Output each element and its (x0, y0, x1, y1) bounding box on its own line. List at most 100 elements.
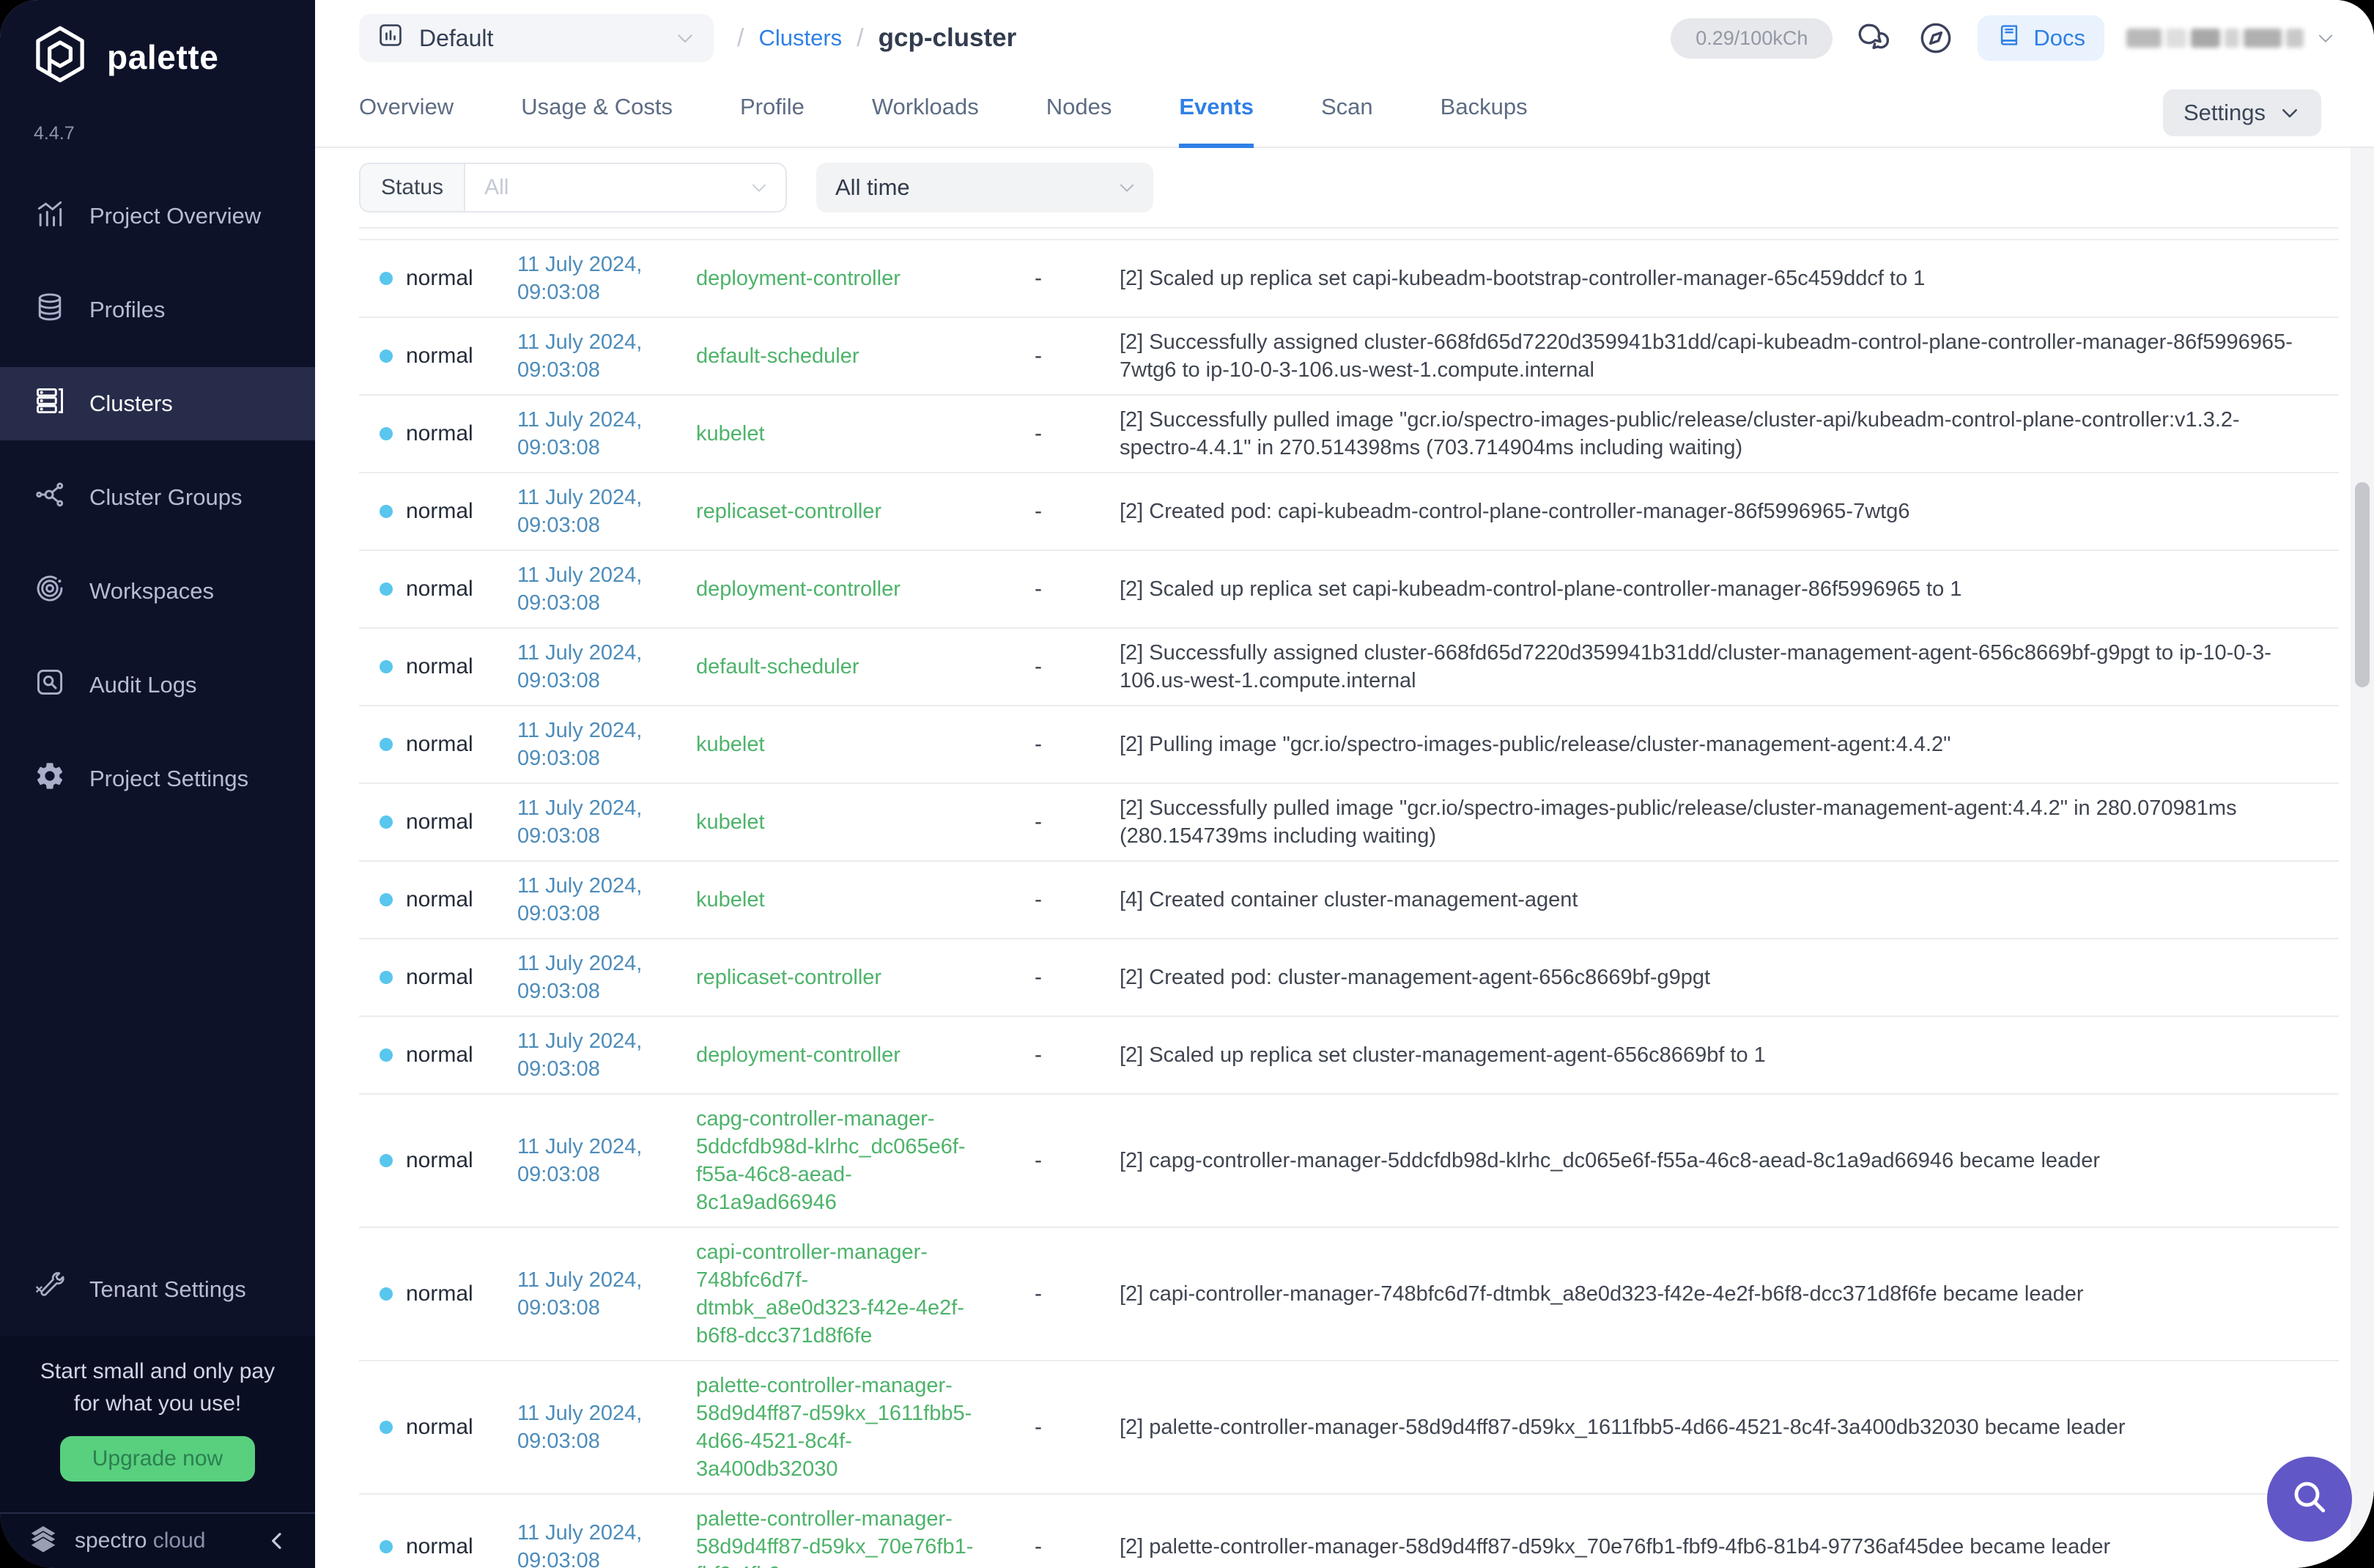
event-status-cell: normal (359, 965, 517, 990)
time-range-filter[interactable]: All time (816, 163, 1153, 212)
tab-overview[interactable]: Overview (359, 94, 454, 148)
event-source-link[interactable]: default-scheduler (696, 653, 996, 681)
app-version: 4.4.7 (34, 123, 315, 144)
table-row[interactable]: normal 11 July 2024, 09:03:08 kubelet - … (359, 862, 2339, 939)
table-row[interactable]: normal 11 July 2024, 09:03:08 default-sc… (359, 318, 2339, 396)
cluster-tabs: Overview Usage & Costs Profile Workloads… (315, 76, 2374, 148)
project-selector[interactable]: Default (359, 14, 714, 62)
status-dot-icon (380, 583, 393, 596)
event-involved-object: - (996, 965, 1120, 990)
event-date: 11 July 2024, 09:03:08 (517, 1519, 696, 1568)
event-source-link[interactable]: default-scheduler (696, 342, 996, 370)
event-source-link[interactable]: deployment-controller (696, 575, 996, 603)
event-message: [2] Pulling image "gcr.io/spectro-images… (1120, 731, 2339, 758)
event-involved-object: - (996, 1282, 1120, 1306)
table-row[interactable]: normal 11 July 2024, 09:03:08 replicaset… (359, 473, 2339, 551)
sidebar-footer: spectro cloud (0, 1512, 315, 1568)
table-row[interactable]: normal 11 July 2024, 09:03:08 capg-contr… (359, 1095, 2339, 1228)
event-source-link[interactable]: deployment-controller (696, 1041, 996, 1069)
table-row[interactable]: normal 11 July 2024, 09:03:08 deployment… (359, 240, 2339, 318)
event-message: [2] palette-controller-manager-58d9d4ff8… (1120, 1533, 2339, 1561)
event-source-link[interactable]: capi-controller-manager-748bfc6d7f-dtmbk… (696, 1238, 996, 1350)
event-source-link[interactable]: capg-controller-manager-5ddcfdb98d-klrhc… (696, 1105, 996, 1216)
sidebar-item-label: Tenant Settings (89, 1276, 246, 1303)
event-source-link[interactable]: palette-controller-manager-58d9d4ff87-d5… (696, 1505, 996, 1568)
collapse-sidebar-icon[interactable] (265, 1529, 289, 1553)
events-content: Status All All time normal (315, 148, 2374, 1568)
sidebar-item-cluster-groups[interactable]: Cluster Groups (0, 461, 315, 534)
sidebar-item-project-settings[interactable]: Project Settings (0, 742, 315, 816)
event-message: [2] capi-controller-manager-748bfc6d7f-d… (1120, 1280, 2339, 1308)
event-status-cell: normal (359, 1282, 517, 1306)
status-dot-icon (380, 971, 393, 984)
docs-button[interactable]: Docs (1978, 15, 2104, 61)
event-source-link[interactable]: kubelet (696, 731, 996, 758)
sidebar-item-workspaces[interactable]: Workspaces (0, 555, 315, 628)
sidebar-nav: Project Overview Profiles (0, 180, 315, 816)
table-row[interactable]: normal 11 July 2024, 09:03:08 deployment… (359, 1017, 2339, 1095)
event-date: 11 July 2024, 09:03:08 (517, 1027, 696, 1083)
event-involved-object: - (996, 732, 1120, 757)
table-row[interactable]: normal 11 July 2024, 09:03:08 kubelet - … (359, 396, 2339, 473)
table-row[interactable]: normal 11 July 2024, 09:03:08 palette-co… (359, 1495, 2339, 1568)
tab-scan[interactable]: Scan (1321, 94, 1373, 148)
sidebar-item-tenant-settings[interactable]: Tenant Settings (0, 1253, 315, 1326)
upgrade-now-button[interactable]: Upgrade now (60, 1436, 255, 1482)
table-row[interactable]: normal 11 July 2024, 09:03:08 palette-co… (359, 1361, 2339, 1495)
chevron-down-icon (749, 164, 785, 211)
event-source-link[interactable]: replicaset-controller (696, 964, 996, 991)
sidebar-item-clusters[interactable]: Clusters (0, 367, 315, 440)
tab-workloads[interactable]: Workloads (872, 94, 979, 148)
sidebar-item-project-overview[interactable]: Project Overview (0, 180, 315, 253)
settings-button[interactable]: Settings (2163, 89, 2321, 136)
event-status-cell: normal (359, 344, 517, 369)
table-row[interactable]: normal 11 July 2024, 09:03:08 replicaset… (359, 939, 2339, 1017)
table-row[interactable]: normal 11 July 2024, 09:03:08 capi-contr… (359, 1228, 2339, 1361)
breadcrumb-clusters-link[interactable]: Clusters (758, 25, 842, 51)
app-window: palette 4.4.7 Project Overview (0, 0, 2374, 1568)
tab-usage-costs[interactable]: Usage & Costs (521, 94, 673, 148)
user-name-redacted (2126, 29, 2304, 48)
user-menu[interactable] (2126, 28, 2336, 48)
upgrade-promo-panel: Start small and only pay for what you us… (0, 1336, 315, 1512)
event-source-link[interactable]: replicaset-controller (696, 498, 996, 525)
event-involved-object: - (996, 810, 1120, 835)
sidebar-item-audit-logs[interactable]: Audit Logs (0, 648, 315, 722)
table-row[interactable]: normal 11 July 2024, 09:03:08 kubelet - … (359, 706, 2339, 784)
search-fab-button[interactable] (2267, 1457, 2352, 1542)
event-status: normal (406, 810, 473, 835)
event-source-link[interactable]: palette-controller-manager-58d9d4ff87-d5… (696, 1372, 996, 1483)
top-bar: Default / Clusters / gcp-cluster 0.29/10… (315, 0, 2374, 76)
event-message: [2] palette-controller-manager-58d9d4ff8… (1120, 1413, 2339, 1441)
brand-name: palette (107, 37, 218, 77)
chevron-down-icon (2315, 28, 2336, 48)
event-source-link[interactable]: deployment-controller (696, 265, 996, 292)
vertical-scrollbar[interactable] (2351, 148, 2374, 1568)
scrollbar-thumb[interactable] (2355, 482, 2370, 687)
tab-nodes[interactable]: Nodes (1046, 94, 1112, 148)
event-message: [2] Scaled up replica set capi-kubeadm-c… (1120, 575, 2339, 603)
compass-icon[interactable] (1916, 18, 1956, 58)
event-date: 11 July 2024, 09:03:08 (517, 484, 696, 539)
event-status: normal (406, 1148, 473, 1173)
event-source-link[interactable]: kubelet (696, 808, 996, 836)
tab-events[interactable]: Events (1179, 94, 1254, 148)
event-involved-object: - (996, 1043, 1120, 1068)
tab-profile[interactable]: Profile (740, 94, 805, 148)
table-row[interactable]: normal 11 July 2024, 09:03:08 kubelet - … (359, 784, 2339, 862)
brand-logo[interactable]: palette (0, 0, 315, 91)
project-chart-icon (377, 21, 404, 55)
sidebar-item-label: Project Overview (89, 203, 261, 229)
status-dot-icon (380, 816, 393, 829)
tab-backups[interactable]: Backups (1441, 94, 1528, 148)
time-range-value: All time (835, 174, 910, 201)
table-row[interactable]: normal 11 July 2024, 09:03:08 default-sc… (359, 629, 2339, 706)
table-row[interactable]: normal 11 July 2024, 09:03:08 deployment… (359, 551, 2339, 629)
sidebar-item-profiles[interactable]: Profiles (0, 273, 315, 347)
event-source-link[interactable]: kubelet (696, 420, 996, 448)
event-message: [2] capg-controller-manager-5ddcfdb98d-k… (1120, 1147, 2339, 1175)
event-message: [2] Successfully pulled image "gcr.io/sp… (1120, 794, 2339, 850)
chat-icon[interactable] (1855, 18, 1894, 58)
status-filter[interactable]: Status All (359, 163, 787, 212)
event-source-link[interactable]: kubelet (696, 886, 996, 914)
